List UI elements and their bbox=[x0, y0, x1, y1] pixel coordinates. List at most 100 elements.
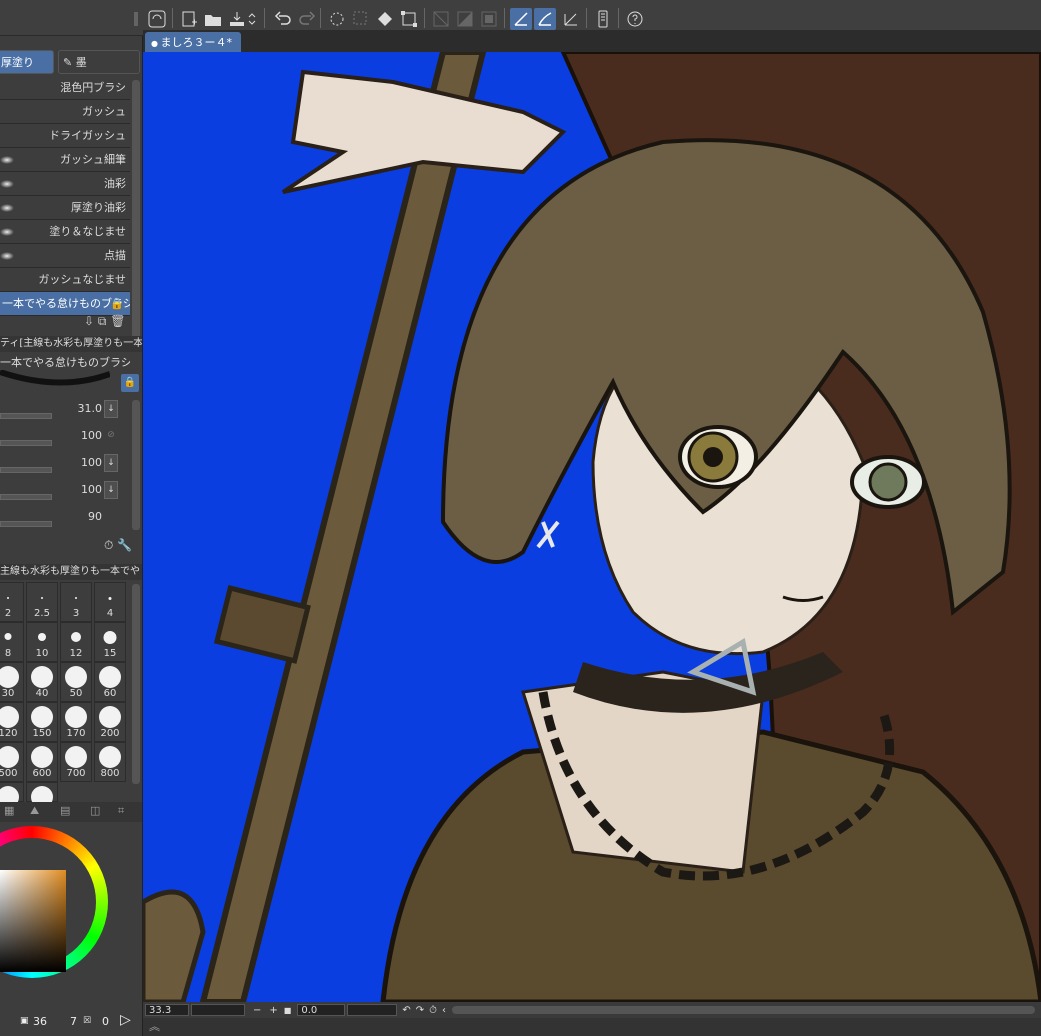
property-row[interactable]: 31.0 ↓ bbox=[0, 398, 130, 425]
angle-slider[interactable] bbox=[347, 1004, 398, 1016]
brush-item[interactable]: 混色円ブラシ bbox=[0, 76, 130, 100]
size-cell[interactable]: 50 bbox=[60, 662, 92, 702]
brush-item[interactable]: ガッシュ細筆 bbox=[0, 148, 130, 172]
scroll-left-icon[interactable]: ‹ bbox=[442, 1005, 446, 1016]
duplicate-icon[interactable]: ⧉ bbox=[98, 314, 107, 328]
property-slider[interactable] bbox=[0, 494, 52, 500]
size-cell[interactable]: 4 bbox=[94, 582, 126, 622]
checkbox-icon[interactable]: ☒ bbox=[83, 1016, 91, 1026]
property-slider[interactable] bbox=[0, 413, 52, 419]
download-icon[interactable]: ⇩ bbox=[84, 314, 94, 328]
brush-item[interactable]: 厚塗り油彩 bbox=[0, 196, 130, 220]
tab-atsunuri[interactable]: 厚塗り bbox=[0, 50, 54, 74]
brush-item[interactable]: ガッシュなじませ bbox=[0, 268, 130, 292]
wrench-icon[interactable]: 🔧 bbox=[117, 538, 132, 552]
fill-icon[interactable] bbox=[374, 8, 396, 30]
intermediate-color-icon[interactable]: ◫ bbox=[90, 804, 100, 817]
size-cell[interactable]: 15 bbox=[94, 622, 126, 662]
size-cell[interactable]: 30 bbox=[0, 662, 24, 702]
new-canvas-icon[interactable] bbox=[178, 8, 200, 30]
size-cell[interactable]: 600 bbox=[26, 742, 58, 782]
property-scrollbar[interactable] bbox=[132, 400, 140, 530]
property-row[interactable]: 90 bbox=[0, 506, 130, 533]
angle-field[interactable]: 0.0 bbox=[297, 1004, 346, 1016]
tone-icon[interactable] bbox=[454, 8, 476, 30]
size-cell[interactable]: 120 bbox=[0, 702, 24, 742]
mountain-icon[interactable]: ⛰ bbox=[30, 804, 39, 818]
color-saturation-square[interactable] bbox=[0, 870, 66, 972]
drawing-canvas[interactable] bbox=[143, 52, 1041, 1002]
size-cell[interactable]: 3 bbox=[60, 582, 92, 622]
size-cell[interactable]: 40 bbox=[26, 662, 58, 702]
brush-item[interactable]: ドライガッシュ bbox=[0, 124, 130, 148]
zoom-field[interactable]: 33.3 bbox=[145, 1004, 189, 1016]
color-set-icon[interactable]: ▤ bbox=[60, 804, 70, 817]
color-history-icon[interactable]: ⌗ bbox=[118, 804, 124, 818]
play-icon[interactable]: ▷ bbox=[120, 1012, 131, 1028]
zoom-out-icon[interactable]: − bbox=[253, 1005, 261, 1016]
clip-studio-icon[interactable] bbox=[146, 8, 168, 30]
property-row[interactable]: 100 ⊘ bbox=[0, 425, 130, 452]
special-ruler-snap-icon[interactable] bbox=[534, 8, 556, 30]
grip-handle[interactable] bbox=[134, 8, 138, 30]
property-slider[interactable] bbox=[0, 440, 52, 446]
fit-icon[interactable]: ■ bbox=[284, 1006, 292, 1015]
size-cell[interactable]: 8 bbox=[0, 622, 24, 662]
save-options-icon[interactable] bbox=[246, 8, 258, 30]
loading-icon[interactable] bbox=[326, 8, 348, 30]
open-folder-icon[interactable] bbox=[202, 8, 224, 30]
help-icon[interactable] bbox=[624, 8, 646, 30]
pressure-icon[interactable]: ↓ bbox=[104, 400, 118, 418]
size-cell[interactable]: 150 bbox=[26, 702, 58, 742]
size-cell[interactable]: 800 bbox=[94, 742, 126, 782]
property-slider[interactable] bbox=[0, 521, 52, 527]
size-cell[interactable]: 170 bbox=[60, 702, 92, 742]
brush-item-selected[interactable]: 一本でやる怠けものブラシ 🔒 bbox=[0, 292, 130, 316]
brush-item[interactable]: 油彩 bbox=[0, 172, 130, 196]
pressure-icon[interactable]: ↓ bbox=[104, 481, 118, 499]
clear-selection-icon[interactable] bbox=[350, 8, 372, 30]
size-cell[interactable]: 60 bbox=[94, 662, 126, 702]
grid-snap-icon[interactable] bbox=[560, 8, 582, 30]
tab-sumi[interactable]: ✎ 墨 bbox=[58, 50, 140, 74]
trash-icon[interactable]: 🗑 bbox=[110, 314, 125, 328]
property-row[interactable]: 100 ↓ bbox=[0, 479, 130, 506]
frame-icon[interactable] bbox=[478, 8, 500, 30]
expand-up-icon[interactable]: ︽ bbox=[149, 1018, 160, 1034]
pressure-icon[interactable]: ↓ bbox=[104, 454, 118, 472]
brush-item[interactable]: 点描 bbox=[0, 244, 130, 268]
size-scrollbar[interactable] bbox=[132, 584, 140, 784]
smartphone-icon[interactable] bbox=[592, 8, 614, 30]
color-wheel-tab-icon[interactable]: ▦ bbox=[4, 804, 14, 817]
undo-icon[interactable] bbox=[272, 8, 294, 30]
brush-item[interactable]: 塗り＆なじませ bbox=[0, 220, 130, 244]
lock-icon[interactable]: 🔒 bbox=[121, 374, 139, 392]
zoom-in-icon[interactable]: + bbox=[269, 1005, 277, 1016]
transform-icon[interactable] bbox=[398, 8, 420, 30]
brush-list-scrollbar[interactable] bbox=[132, 80, 140, 340]
rotate-left-icon[interactable]: ↶ bbox=[402, 1005, 410, 1016]
property-row[interactable]: 100 ↓ bbox=[0, 452, 130, 479]
size-cell[interactable]: 500 bbox=[0, 742, 24, 782]
redo-icon[interactable] bbox=[296, 8, 318, 30]
size-cell[interactable] bbox=[26, 782, 58, 808]
zoom-slider[interactable] bbox=[191, 1004, 245, 1016]
size-cell[interactable]: 12 bbox=[60, 622, 92, 662]
reset-rotation-icon[interactable]: ⏱ bbox=[429, 1005, 437, 1016]
save-icon[interactable] bbox=[226, 8, 248, 30]
size-cell[interactable]: 2.5 bbox=[26, 582, 58, 622]
document-tab[interactable]: ● ましろ３ー４* bbox=[145, 32, 241, 52]
ruler-snap-icon[interactable] bbox=[510, 8, 532, 30]
rotate-right-icon[interactable]: ↷ bbox=[416, 1005, 424, 1016]
size-cell[interactable] bbox=[0, 782, 24, 808]
horizontal-scrollbar[interactable] bbox=[451, 1006, 1035, 1014]
property-slider[interactable] bbox=[0, 467, 52, 473]
timer-icon[interactable]: ⏱ bbox=[104, 538, 113, 552]
size-cell[interactable]: 10 bbox=[26, 622, 58, 662]
property-actions: ⏱ 🔧 bbox=[104, 538, 132, 553]
size-cell[interactable]: 700 bbox=[60, 742, 92, 782]
brush-item[interactable]: ガッシュ bbox=[0, 100, 130, 124]
hide-outside-icon[interactable] bbox=[430, 8, 452, 30]
size-cell[interactable]: 2 bbox=[0, 582, 24, 622]
size-cell[interactable]: 200 bbox=[94, 702, 126, 742]
